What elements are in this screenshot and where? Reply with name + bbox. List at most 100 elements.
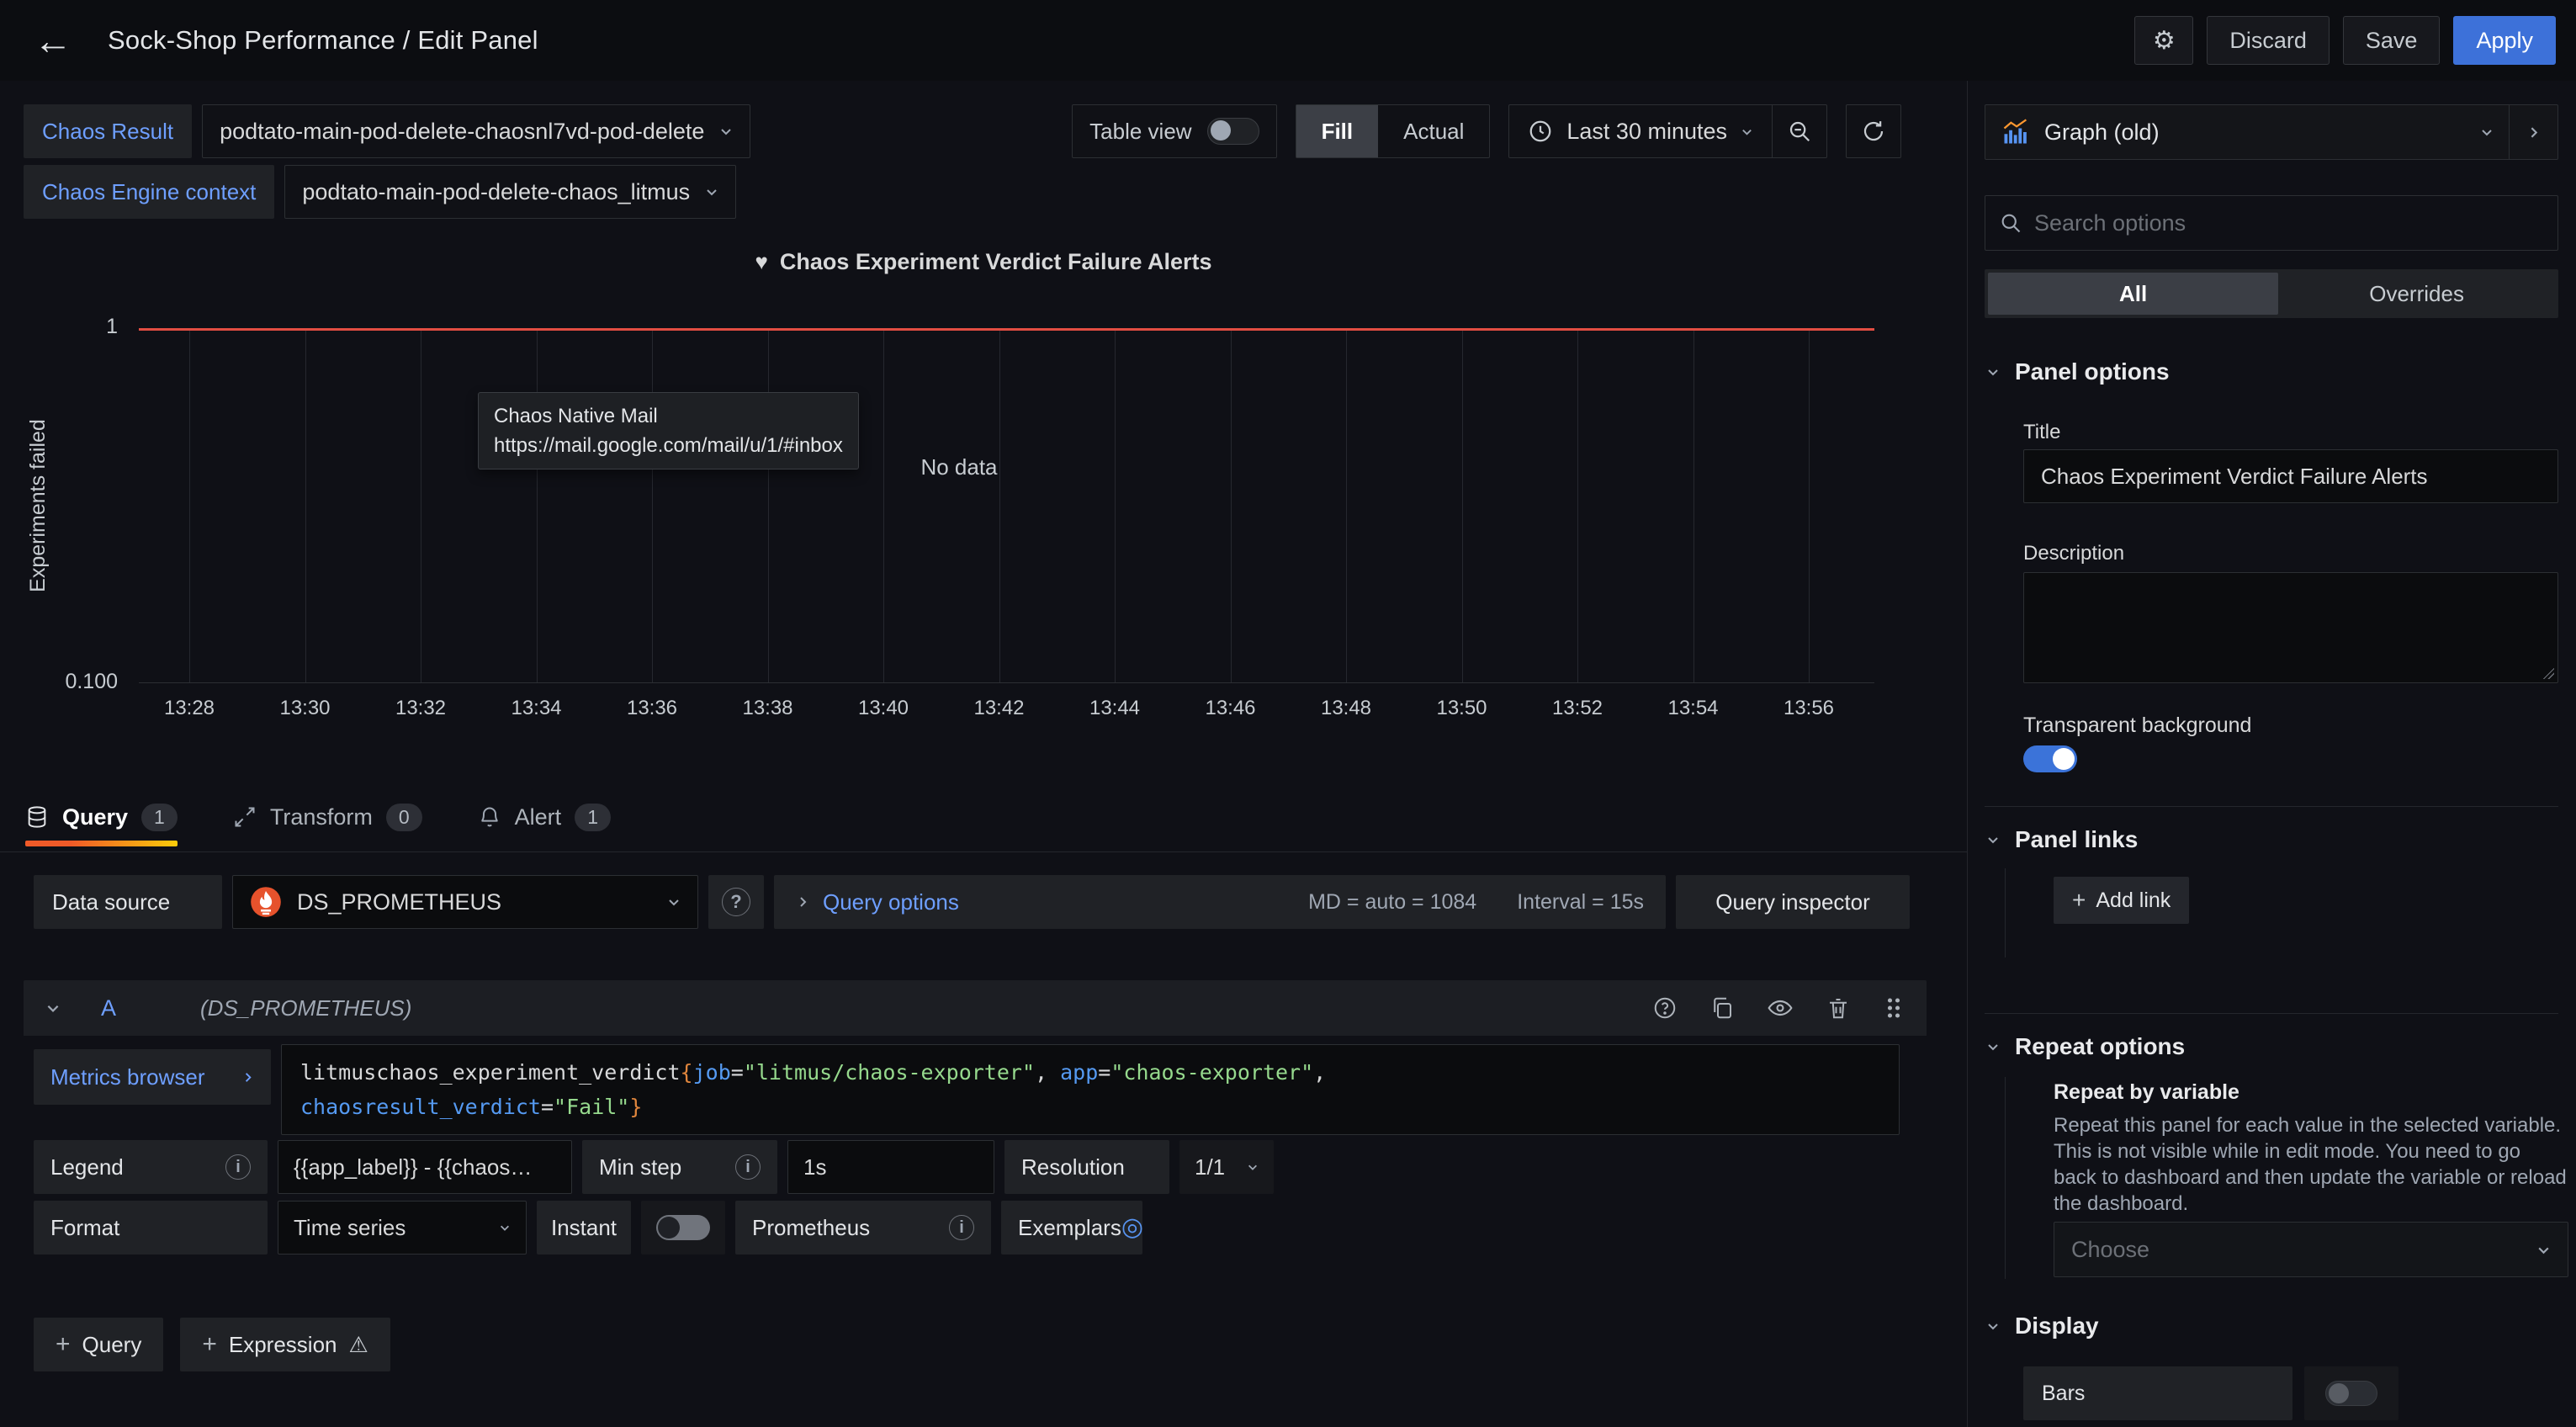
datasource-picker[interactable]: DS_PROMETHEUS [232, 875, 698, 929]
question-icon: ? [722, 888, 750, 916]
chart-title-text: Chaos Experiment Verdict Failure Alerts [780, 249, 1212, 275]
tab-count-badge: 1 [575, 804, 611, 831]
promql-token: = [541, 1095, 554, 1119]
toggle-knob [658, 1217, 680, 1239]
section-display[interactable]: Display [1986, 1313, 2099, 1339]
promql-token: { [681, 1060, 693, 1085]
repeat-variable-select[interactable]: Choose [2054, 1222, 2568, 1277]
section-panel-links[interactable]: Panel links [1986, 826, 2138, 853]
duplicate-icon[interactable] [1709, 995, 1735, 1021]
grafana-edit-panel: ← Sock-Shop Performance / Edit Panel ⚙ D… [0, 0, 2576, 1427]
query-inspector-button[interactable]: Query inspector [1676, 875, 1910, 929]
transparent-background-toggle[interactable] [2023, 745, 2077, 772]
x-axis-ticks: 13:2813:3013:3213:3413:3613:3813:4013:42… [139, 697, 1874, 724]
add-query-label: Query [82, 1332, 142, 1358]
section-panel-options[interactable]: Panel options [1986, 358, 2170, 385]
promql-expression[interactable]: litmuschaos_experiment_verdict{job="litm… [281, 1044, 1900, 1135]
bars-toggle[interactable] [2304, 1366, 2398, 1420]
tooltip-link-url[interactable]: https://mail.google.com/mail/u/1/#inbox [494, 431, 843, 460]
chart-panel-title[interactable]: ♥ Chaos Experiment Verdict Failure Alert… [0, 249, 1967, 275]
save-button[interactable]: Save [2343, 16, 2441, 65]
visualization-picker[interactable]: Graph (old) [1985, 104, 2558, 160]
toggle-knob [1211, 120, 1231, 141]
eye-icon[interactable] [1767, 995, 1794, 1021]
panel-title-input[interactable]: Chaos Experiment Verdict Failure Alerts [2023, 449, 2558, 503]
gridline [1693, 330, 1694, 682]
variable-select-chaos-engine[interactable]: podtato-main-pod-delete-chaos_litmus [284, 165, 736, 219]
time-range-picker[interactable]: Last 30 minutes [1509, 119, 1772, 145]
back-arrow-icon[interactable]: ← [34, 21, 72, 60]
add-query-button[interactable]: + Query [34, 1318, 163, 1371]
panel-settings-button[interactable]: ⚙ [2134, 16, 2193, 65]
datasource-value: DS_PROMETHEUS [297, 889, 501, 915]
section-header-text: Display [2015, 1313, 2099, 1339]
resize-handle-icon[interactable] [2541, 666, 2554, 679]
chart-plot[interactable] [139, 330, 1874, 683]
legend-input[interactable]: {{app_label}} - {{chaos… [278, 1140, 572, 1194]
divider [1985, 806, 2558, 807]
tab-transform[interactable]: Transform 0 [233, 804, 422, 835]
query-row-header[interactable]: A (DS_PROMETHEUS) [24, 980, 1927, 1036]
trash-icon[interactable] [1826, 995, 1851, 1021]
metrics-browser-button[interactable]: Metrics browser [34, 1049, 271, 1105]
refresh-button[interactable] [1846, 104, 1901, 158]
apply-button[interactable]: Apply [2453, 16, 2556, 65]
x-tick-label: 13:40 [858, 697, 909, 720]
actual-option[interactable]: Actual [1378, 105, 1489, 157]
x-tick-label: 13:48 [1321, 697, 1371, 720]
tab-all[interactable]: All [1988, 273, 2278, 315]
variable-value-text: podtato-main-pod-delete-chaosnl7vd-pod-d… [220, 119, 704, 145]
section-repeat-options[interactable]: Repeat options [1986, 1033, 2185, 1060]
refresh-icon [1861, 119, 1886, 144]
format-select[interactable]: Time series [278, 1201, 527, 1255]
chevron-down-icon [1986, 1040, 2000, 1053]
discard-button[interactable]: Discard [2207, 16, 2330, 65]
drag-handle-icon[interactable] [1883, 995, 1905, 1021]
tab-count-badge: 0 [386, 804, 422, 831]
add-link-button[interactable]: + Add link [2054, 877, 2189, 924]
panel-description-textarea[interactable] [2023, 572, 2558, 683]
tooltip-link-title[interactable]: Chaos Native Mail [494, 401, 843, 431]
transparent-background-label: Transparent background [2023, 714, 2251, 738]
prometheus-icon [250, 886, 282, 918]
fill-option[interactable]: Fill [1296, 105, 1379, 157]
collapse-options-button[interactable] [2509, 105, 2557, 159]
repeat-by-variable-label: Repeat by variable [2054, 1080, 2239, 1105]
query-footer-buttons: + Query + Expression ⚠ [34, 1318, 390, 1371]
tab-alert[interactable]: Alert 1 [478, 804, 611, 835]
visualization-name: Graph (old) [2044, 119, 2160, 146]
zoom-out-button[interactable] [1773, 105, 1826, 157]
gear-icon: ⚙ [2153, 26, 2176, 56]
variable-select-chaos-result[interactable]: podtato-main-pod-delete-chaosnl7vd-pod-d… [202, 104, 750, 158]
add-expression-button[interactable]: + Expression ⚠ [180, 1318, 390, 1371]
help-icon[interactable] [1652, 995, 1678, 1021]
exemplars-field[interactable]: Exemplars ◎ [1001, 1201, 1142, 1255]
x-tick-label: 13:28 [164, 697, 215, 720]
table-view-toggle[interactable] [1207, 118, 1259, 145]
min-step-input[interactable]: 1s [787, 1140, 994, 1194]
instant-toggle[interactable] [641, 1201, 725, 1255]
y-tick-bottom: 0.100 [25, 670, 118, 694]
zoom-out-icon [1787, 119, 1812, 144]
instant-label-text: Instant [551, 1215, 617, 1241]
search-options-input[interactable]: Search options [1985, 195, 2558, 251]
chevron-down-icon [1986, 1319, 2000, 1333]
transform-icon [233, 805, 257, 829]
x-tick-label: 13:34 [511, 697, 561, 720]
plus-icon: + [2072, 887, 2086, 914]
tab-label: Transform [270, 804, 373, 830]
tab-query[interactable]: Query 1 [25, 804, 178, 835]
promql-token: "chaos-exporter" [1110, 1060, 1313, 1085]
datasource-help-button[interactable]: ? [708, 875, 764, 929]
tab-overrides[interactable]: Overrides [2278, 273, 2555, 315]
visualization-current: Graph (old) [1985, 105, 2509, 159]
resolution-select[interactable]: 1/1 [1179, 1140, 1274, 1194]
variable-value-text: podtato-main-pod-delete-chaos_litmus [302, 179, 690, 205]
query-options-collapsible[interactable]: Query options MD = auto = 1084 Interval … [774, 875, 1666, 929]
resolution-value: 1/1 [1195, 1154, 1225, 1180]
time-range-label: Last 30 minutes [1566, 119, 1727, 145]
interval-text: Interval = 15s [1517, 890, 1644, 915]
alert-heart-icon: ♥ [755, 249, 767, 275]
chevron-down-icon[interactable] [45, 1000, 61, 1016]
gridline [652, 330, 653, 682]
